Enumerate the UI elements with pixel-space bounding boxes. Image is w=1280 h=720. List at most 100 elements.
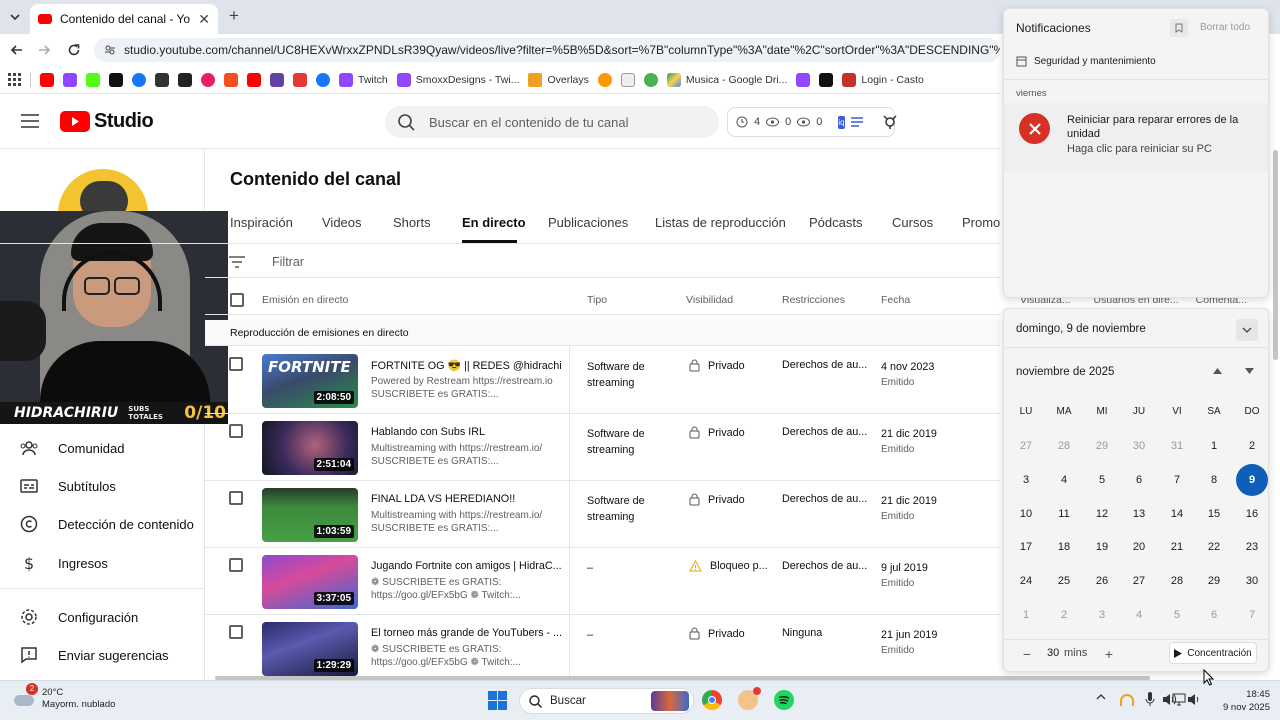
calendar-day[interactable]: 25: [1048, 565, 1080, 597]
visibility-cell[interactable]: Bloqueo p...: [689, 560, 768, 572]
calendar-day[interactable]: 27: [1010, 430, 1042, 462]
restriction-label[interactable]: Derechos de au...: [782, 426, 867, 438]
video-title[interactable]: Jugando Fortnite con amigos | HidraC...: [371, 560, 561, 572]
next-month-icon[interactable]: [1245, 368, 1254, 374]
table-row[interactable]: 2:51:04 Hablando con Subs IRL Multistrea…: [205, 414, 1000, 481]
bookmark-twitch[interactable]: Twitch: [339, 72, 388, 87]
calendar-day[interactable]: 30: [1236, 565, 1268, 597]
browser-tab[interactable]: Contenido del canal - YouTube ✕: [30, 4, 218, 34]
calendar-day[interactable]: 1: [1010, 599, 1042, 631]
visibility-cell[interactable]: Privado: [689, 493, 745, 506]
calendar-day[interactable]: 28: [1048, 430, 1080, 462]
calendar-day[interactable]: 14: [1161, 498, 1193, 530]
select-all-checkbox[interactable]: [230, 293, 244, 307]
hamburger-menu-icon[interactable]: [21, 114, 39, 128]
restriction-label[interactable]: Derechos de au...: [782, 359, 867, 371]
windows-start-icon[interactable]: [488, 691, 507, 710]
visibility-cell[interactable]: Privado: [689, 627, 745, 640]
sidebar-item-deteccion[interactable]: Detección de contenido: [0, 506, 204, 542]
bookmark-overlays[interactable]: Overlays: [528, 72, 589, 87]
calendar-day[interactable]: 11: [1048, 498, 1080, 530]
clear-all-button[interactable]: Borrar todo: [1200, 22, 1250, 33]
address-bar[interactable]: studio.youtube.com/channel/UC8HEXvWrxxZP…: [94, 38, 1000, 62]
video-thumbnail[interactable]: 1:03:59: [262, 488, 358, 542]
network-icon[interactable]: [1172, 693, 1186, 706]
sidebar-item-sugerencias[interactable]: Enviar sugerencias: [0, 637, 204, 673]
calendar-day[interactable]: 18: [1048, 531, 1080, 563]
kick-bookmark-icon[interactable]: [86, 72, 100, 87]
tab-inspiracion[interactable]: Inspiración: [230, 215, 293, 230]
youtube-bookmark-icon[interactable]: [40, 72, 54, 87]
tab-en-directo[interactable]: En directo: [462, 215, 526, 230]
video-title[interactable]: FORTNITE OG 😎 || REDES @hidrachiriu: [371, 359, 561, 372]
tab-publicaciones[interactable]: Publicaciones: [548, 215, 628, 230]
calendar-day[interactable]: 28: [1161, 565, 1193, 597]
bookmark-icon[interactable]: [293, 72, 307, 87]
do-not-disturb-icon[interactable]: [1170, 19, 1188, 37]
calendar-day[interactable]: 12: [1086, 498, 1118, 530]
new-tab-icon[interactable]: +: [226, 6, 242, 25]
calendar-day[interactable]: 31: [1161, 430, 1193, 462]
taskbar-search[interactable]: Buscar: [519, 688, 694, 714]
calendar-day[interactable]: 4: [1048, 464, 1080, 496]
calendar-month-label[interactable]: noviembre de 2025: [1016, 366, 1114, 378]
calendar-day[interactable]: 29: [1198, 565, 1230, 597]
calendar-day[interactable]: 5: [1161, 599, 1193, 631]
calendar-day[interactable]: 1: [1198, 430, 1230, 462]
calendar-day[interactable]: 2: [1048, 599, 1080, 631]
calendar-day[interactable]: 7: [1236, 599, 1268, 631]
video-title[interactable]: El torneo más grande de YouTubers - ...: [371, 627, 561, 639]
calendar-day[interactable]: 20: [1123, 531, 1155, 563]
bookmark-smoxxdesigns[interactable]: SmoxxDesigns - Twi...: [396, 72, 519, 87]
headset-tray-icon[interactable]: [1120, 694, 1134, 706]
bookmark-icon[interactable]: [132, 72, 146, 87]
row-checkbox[interactable]: [229, 625, 243, 639]
forward-icon[interactable]: [36, 42, 52, 58]
calendar-day[interactable]: 22: [1198, 531, 1230, 563]
increase-focus-icon[interactable]: +: [1098, 644, 1120, 664]
sidebar-item-comunidad[interactable]: Comunidad: [0, 430, 204, 466]
video-title[interactable]: FINAL LDA VS HEREDIANO!!: [371, 493, 561, 505]
bookmark-icon[interactable]: [819, 72, 834, 87]
notification-card[interactable]: Reiniciar para reparar errores de la uni…: [1004, 103, 1268, 171]
bookmark-icon[interactable]: [796, 72, 811, 87]
calendar-day[interactable]: 26: [1086, 565, 1118, 597]
site-info-icon[interactable]: [104, 44, 116, 56]
calendar-day[interactable]: 6: [1198, 599, 1230, 631]
tab-podcasts[interactable]: Pódcasts: [809, 215, 862, 230]
calendar-day[interactable]: 2: [1236, 430, 1268, 462]
visibility-cell[interactable]: Privado: [689, 426, 745, 439]
restriction-label[interactable]: Derechos de au...: [782, 560, 867, 572]
calendar-day[interactable]: 17: [1010, 531, 1042, 563]
decrease-focus-icon[interactable]: −: [1016, 644, 1038, 664]
bookmark-login[interactable]: Login - Casto: [842, 72, 924, 87]
restriction-label[interactable]: Ninguna: [782, 627, 822, 639]
apps-grid-icon[interactable]: [8, 73, 21, 86]
app-avatar-icon[interactable]: [738, 687, 761, 710]
calendar-day[interactable]: 3: [1086, 599, 1118, 631]
studio-logo[interactable]: Studio: [60, 110, 154, 133]
calendar-day[interactable]: 29: [1086, 430, 1118, 462]
bookmark-musica[interactable]: Musica - Google Dri...: [666, 72, 787, 87]
tab-promociones[interactable]: Promoc: [962, 215, 1000, 230]
calendar-day[interactable]: 23: [1236, 531, 1268, 563]
bookmark-icon[interactable]: [597, 72, 612, 87]
restriction-label[interactable]: Derechos de au...: [782, 493, 867, 505]
row-checkbox[interactable]: [229, 357, 243, 371]
microphone-icon[interactable]: [1145, 692, 1155, 707]
calendar-day[interactable]: 5: [1086, 464, 1118, 496]
sidebar-item-configuracion[interactable]: Configuración: [0, 599, 204, 635]
calendar-day[interactable]: 15: [1198, 498, 1230, 530]
extension-icon[interactable]: iq: [838, 115, 845, 129]
table-row[interactable]: FORTNITE 2:08:50 FORTNITE OG 😎 || REDES …: [205, 347, 1000, 414]
bookmark-icon[interactable]: [247, 72, 261, 87]
calendar-day[interactable]: 13: [1123, 498, 1155, 530]
visibility-cell[interactable]: Privado: [689, 359, 745, 372]
taskbar-clock[interactable]: 18:45 9 nov 2025: [1212, 688, 1270, 714]
bookmark-icon[interactable]: [201, 72, 215, 87]
tab-listas[interactable]: Listas de reproducción: [655, 215, 786, 230]
checks-summary[interactable]: 4 0 0 iq: [727, 107, 897, 137]
calendar-day[interactable]: 19: [1086, 531, 1118, 563]
video-thumbnail[interactable]: FORTNITE 2:08:50: [262, 354, 358, 408]
calendar-day[interactable]: 6: [1123, 464, 1155, 496]
